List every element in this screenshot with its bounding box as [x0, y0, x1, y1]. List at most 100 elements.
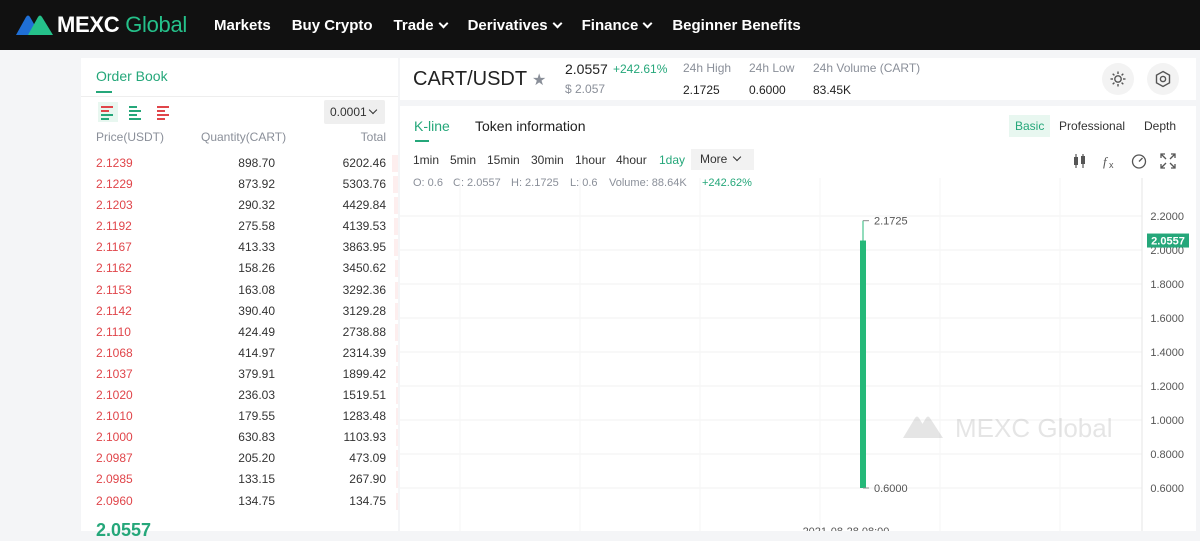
last-price: 2.0557 — [565, 61, 608, 77]
nav-item-label: Beginner Benefits — [672, 16, 801, 34]
candlestick-type-icon[interactable] — [1072, 153, 1088, 169]
divider — [81, 96, 398, 97]
low-24h-value: 0.6000 — [749, 83, 786, 97]
interval-1min[interactable]: 1min — [413, 153, 439, 167]
asks-only-view-icon[interactable] — [154, 102, 174, 122]
ask-price: 2.1068 — [96, 345, 133, 360]
ask-quantity: 873.92 — [238, 177, 275, 192]
interval-30min[interactable]: 30min — [531, 153, 564, 167]
svg-text:x: x — [1109, 160, 1114, 169]
precision-value: 0.0001 — [330, 105, 367, 119]
chevron-down-icon — [438, 18, 449, 28]
ask-row[interactable]: 2.1000 630.83 1103.93 — [81, 427, 398, 448]
x-tick-label: 2021-08-28 08:00 — [803, 526, 890, 531]
tab-underline — [415, 140, 429, 142]
ask-price: 2.1020 — [96, 388, 133, 403]
gauge-settings-icon[interactable] — [1131, 153, 1147, 169]
nav-derivatives[interactable]: Derivatives — [468, 17, 563, 34]
view-professional-button[interactable]: Professional — [1053, 115, 1131, 137]
nav-item-label: Markets — [214, 16, 271, 34]
ask-row[interactable]: 2.1020 236.03 1519.51 — [81, 385, 398, 406]
favorite-star-icon[interactable]: ★ — [532, 70, 546, 90]
nav-finance[interactable]: Finance — [582, 17, 653, 34]
price-change-percent: +242.61% — [613, 62, 668, 76]
nav-trade[interactable]: Trade — [393, 16, 449, 34]
ask-row[interactable]: 2.1142 390.40 3129.28 — [81, 301, 398, 322]
nav-item-label: Trade — [393, 16, 434, 34]
ask-total: 3129.28 — [342, 303, 386, 318]
view-basic-button[interactable]: Basic — [1009, 115, 1051, 137]
ask-row[interactable]: 2.0987 205.20 473.09 — [81, 448, 398, 469]
ask-row[interactable]: 2.1192 275.58 4139.53 — [81, 216, 398, 237]
depth-bar — [396, 429, 398, 447]
ask-row[interactable]: 2.1110 424.49 2738.88 — [81, 322, 398, 343]
ask-price: 2.1142 — [96, 303, 132, 318]
interval-5min[interactable]: 5min — [450, 153, 476, 167]
precision-select[interactable]: 0.0001 — [324, 100, 385, 124]
depth-bar — [392, 155, 398, 172]
chevron-down-icon — [642, 18, 653, 28]
ask-total: 134.75 — [349, 493, 386, 508]
ask-row[interactable]: 2.1162 158.26 3450.62 — [81, 258, 398, 279]
ask-quantity: 134.75 — [238, 493, 275, 508]
depth-bar — [395, 302, 398, 320]
more-intervals-dropdown[interactable]: More — [691, 149, 754, 170]
fullscreen-icon[interactable] — [1160, 153, 1176, 169]
nav-beginner-benefits[interactable]: Beginner Benefits — [672, 17, 800, 34]
ask-total: 473.09 — [349, 451, 386, 466]
ask-row[interactable]: 2.1068 414.97 2314.39 — [81, 343, 398, 364]
depth-bar — [396, 450, 398, 468]
ask-price: 2.1110 — [96, 324, 131, 339]
depth-bar — [394, 281, 398, 299]
watermark-text: MEXC Global — [955, 413, 1113, 443]
ask-price: 2.1229 — [96, 177, 133, 192]
order-book-title[interactable]: Order Book — [96, 68, 168, 84]
y-tick-label: 1.2000 — [1150, 381, 1184, 393]
bids-only-view-icon[interactable] — [126, 102, 146, 122]
pair-title[interactable]: CART/USDT — [413, 68, 527, 91]
ask-row[interactable]: 2.1037 379.91 1899.42 — [81, 364, 398, 385]
interval-4hour[interactable]: 4hour — [616, 153, 647, 167]
y-tick-label: 0.6000 — [1150, 483, 1184, 495]
order-book-tab-underline — [96, 91, 112, 93]
nav-markets[interactable]: Markets — [214, 17, 271, 34]
theme-toggle-button[interactable] — [1102, 63, 1134, 95]
indicators-fx-icon[interactable]: f x — [1102, 153, 1118, 169]
kline-chart[interactable]: MEXC Global2.20002.00001.80001.60001.400… — [400, 178, 1196, 531]
top-nav: MEXC Global Markets Buy Crypto Trade Deriva… — [0, 0, 1200, 50]
both-sides-view-icon[interactable] — [98, 102, 118, 122]
y-tick-label: 0.8000 — [1150, 449, 1184, 461]
interval-1hour[interactable]: 1hour — [575, 153, 606, 167]
settings-hexagon-icon — [1155, 70, 1171, 88]
low-marker-label: 0.6000 — [874, 483, 908, 495]
tab-k-line[interactable]: K-line — [414, 118, 450, 134]
ask-total: 6202.46 — [342, 156, 386, 170]
mexc-logo[interactable]: MEXC Global — [16, 12, 198, 38]
nav-buy-crypto[interactable]: Buy Crypto — [292, 17, 373, 34]
interval-1day[interactable]: 1day — [659, 153, 685, 167]
ask-total: 5303.76 — [342, 177, 386, 192]
y-tick-label: 1.0000 — [1150, 415, 1184, 427]
ask-quantity: 158.26 — [238, 261, 275, 276]
ask-row[interactable]: 2.0985 133.15 267.90 — [81, 469, 398, 490]
low-24h-label: 24h Low — [749, 61, 795, 75]
ask-total: 4139.53 — [342, 219, 386, 234]
view-depth-button[interactable]: Depth — [1138, 115, 1182, 137]
y-tick-label: 1.8000 — [1150, 279, 1184, 291]
volume-24h-value: 83.45K — [813, 83, 852, 97]
ask-row[interactable]: 2.1167 413.33 3863.95 — [81, 237, 398, 258]
ask-row[interactable]: 2.1229 873.92 5303.76 — [81, 174, 398, 195]
ask-row[interactable]: 2.0960 134.75 134.75 — [81, 491, 398, 512]
ask-row[interactable]: 2.1203 290.32 4429.84 — [81, 195, 398, 216]
ask-price: 2.1167 — [96, 240, 132, 255]
ask-row[interactable]: 2.1153 163.08 3292.36 — [81, 280, 398, 301]
ask-quantity: 275.58 — [238, 219, 275, 234]
tab-token-information[interactable]: Token information — [475, 118, 586, 134]
interval-15min[interactable]: 15min — [487, 153, 520, 167]
depth-bar — [394, 239, 398, 257]
ask-row[interactable]: 2.1239 898.70 6202.46 — [81, 153, 398, 174]
ask-price: 2.1239 — [96, 156, 133, 170]
ask-row[interactable]: 2.1010 179.55 1283.48 — [81, 406, 398, 427]
ask-quantity: 290.32 — [238, 198, 275, 213]
settings-button[interactable] — [1147, 63, 1179, 95]
